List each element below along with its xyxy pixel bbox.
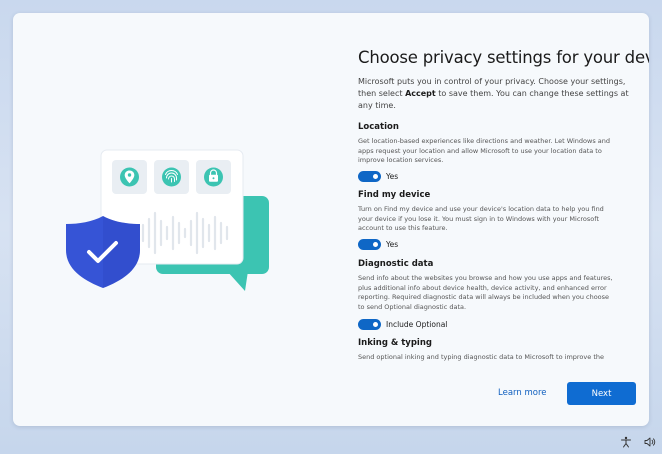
padlock-icon — [196, 160, 231, 194]
diagnostic-data-toggle-row: Include Optional — [358, 318, 447, 330]
location-pin-icon — [112, 160, 147, 194]
location-toggle-row: Yes — [358, 170, 398, 182]
fingerprint-icon — [154, 160, 189, 194]
system-tray — [620, 436, 656, 448]
oobe-window: Choose privacy settings for your device … — [13, 13, 649, 426]
subtitle-accept-word: Accept — [405, 89, 436, 98]
location-description: Get location-based experiences like dire… — [358, 137, 610, 165]
find-my-device-heading: Find my device — [358, 190, 431, 200]
diagnostic-data-heading: Diagnostic data — [358, 259, 434, 269]
privacy-settings-panel: Choose privacy settings for your device … — [358, 13, 649, 426]
location-toggle-label: Yes — [386, 171, 399, 181]
learn-more-link[interactable]: Learn more — [498, 388, 546, 398]
volume-icon[interactable] — [644, 436, 656, 448]
shield-check-icon — [66, 216, 140, 288]
diagnostic-data-toggle[interactable] — [358, 318, 381, 330]
location-toggle[interactable] — [358, 170, 381, 182]
diagnostic-data-toggle-label: Include Optional — [386, 319, 448, 329]
location-heading: Location — [358, 122, 399, 132]
diagnostic-data-description: Send info about the websites you browse … — [358, 274, 613, 311]
next-button[interactable]: Next — [567, 382, 636, 405]
privacy-illustration — [13, 13, 343, 426]
find-my-device-toggle[interactable] — [358, 238, 381, 250]
inking-typing-description: Send optional inking and typing diagnost… — [358, 353, 604, 361]
page-title: Choose privacy settings for your device — [358, 48, 649, 67]
accessibility-icon[interactable] — [620, 436, 632, 448]
find-my-device-toggle-row: Yes — [358, 238, 398, 250]
page-subtitle: Microsoft puts you in control of your pr… — [358, 76, 640, 112]
find-my-device-description: Turn on Find my device and use your devi… — [358, 205, 604, 233]
inking-typing-heading: Inking & typing — [358, 338, 432, 348]
find-my-device-toggle-label: Yes — [386, 239, 399, 249]
